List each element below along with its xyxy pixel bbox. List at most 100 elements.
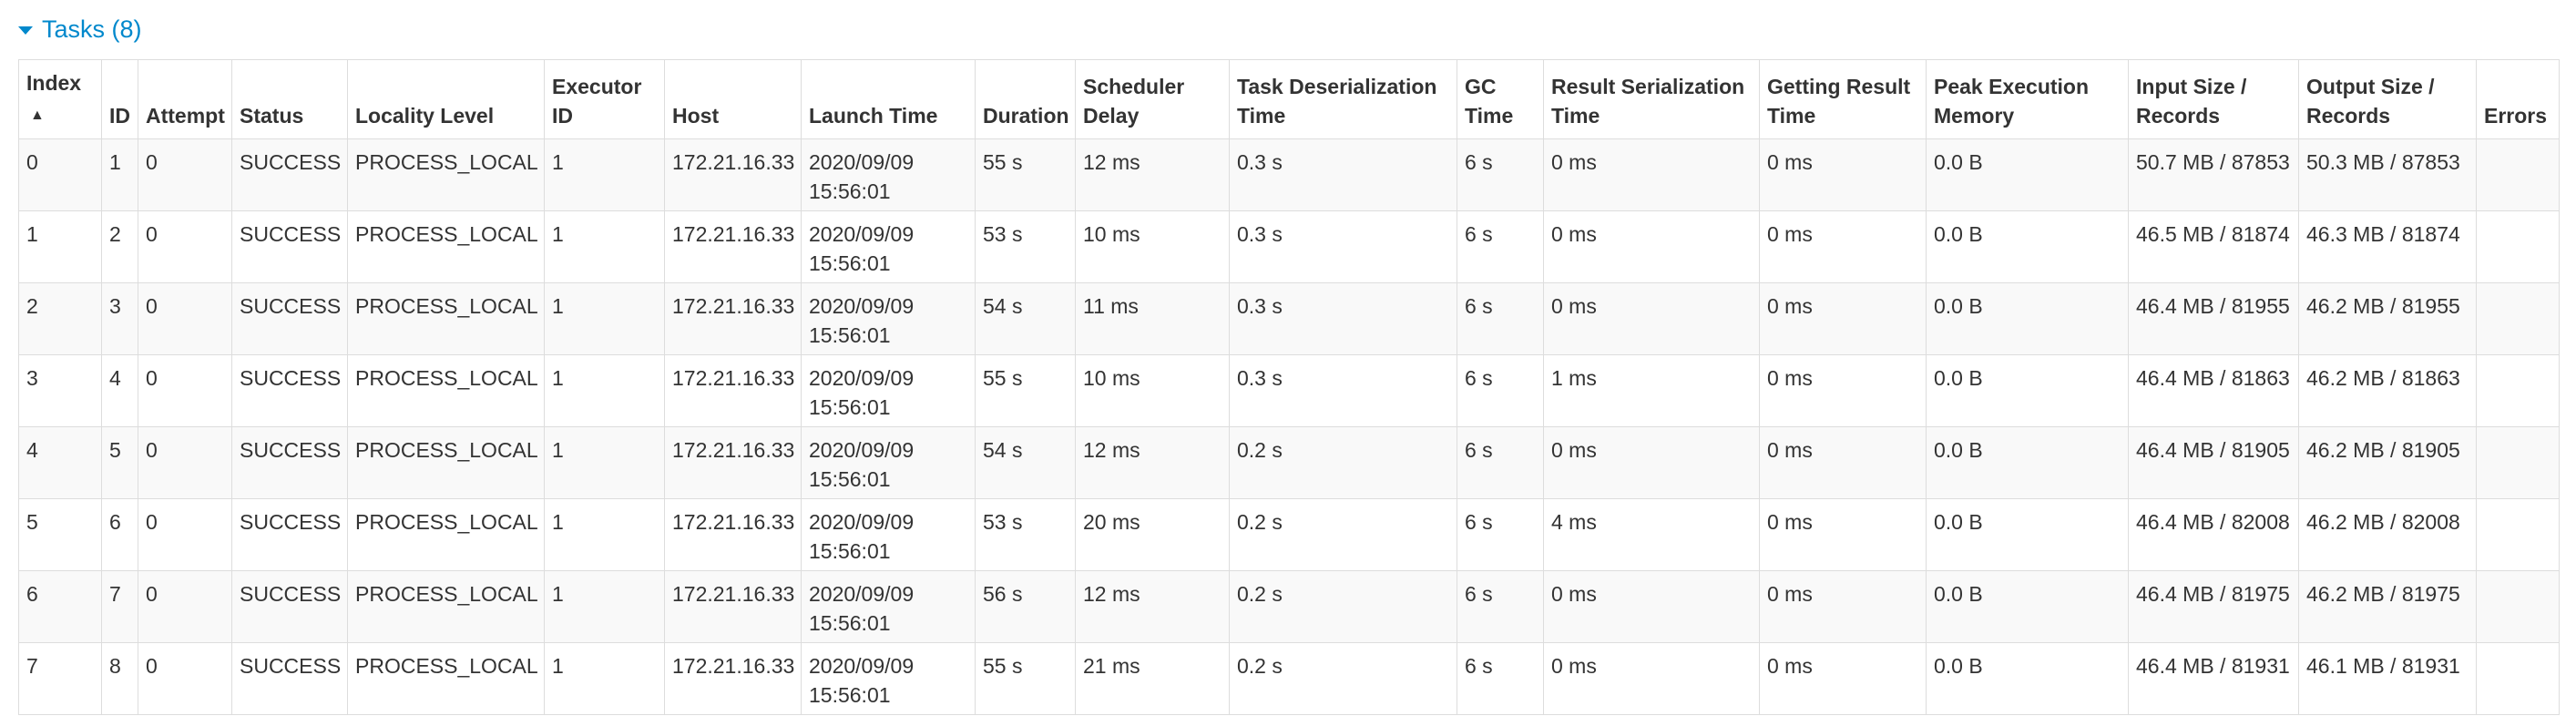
column-header-line1: Result Serialization — [1551, 75, 1745, 98]
cell-text: 15:56:01 — [809, 323, 891, 347]
cell-input-size-records: 46.4 MB / 82008 — [2128, 498, 2299, 571]
cell-text: 172.21.16.33 — [672, 582, 795, 606]
cell-result-serialization-time: 1 ms — [1543, 354, 1760, 427]
column-header-output-size-records[interactable]: Output Size / Records — [2298, 59, 2477, 139]
cell-text: SUCCESS — [240, 294, 342, 318]
column-header-gc-time[interactable]: GC Time — [1457, 59, 1544, 139]
cell-result-serialization-time: 0 ms — [1543, 642, 1760, 715]
cell-status: SUCCESS — [231, 354, 348, 427]
cell-getting-result-time: 0 ms — [1759, 138, 1927, 211]
cell-scheduler-delay: 10 ms — [1075, 210, 1230, 283]
column-header-scheduler-delay[interactable]: Scheduler Delay — [1075, 59, 1230, 139]
cell-result-serialization-time: 0 ms — [1543, 138, 1760, 211]
cell-text: 46.2 MB / 81905 — [2306, 438, 2460, 462]
table-header-row: Index ▲ ID Attempt Status Locality Level Execu… — [18, 59, 2560, 139]
column-header-input-size-records[interactable]: Input Size / Records — [2128, 59, 2299, 139]
column-header-line1: GC — [1465, 75, 1497, 98]
cell-text: 6 s — [1465, 510, 1493, 534]
cell-text: 0.2 s — [1237, 438, 1283, 462]
cell-attempt: 0 — [138, 210, 232, 283]
cell-text: 0 ms — [1767, 582, 1813, 606]
cell-gc-time: 6 s — [1457, 354, 1544, 427]
cell-scheduler-delay: 20 ms — [1075, 498, 1230, 571]
cell-executor-id: 1 — [544, 282, 665, 355]
cell-id: 5 — [101, 426, 138, 499]
column-header-line2: Errors — [2484, 104, 2548, 128]
cell-text: 11 ms — [1083, 294, 1139, 318]
cell-launch-time: 2020/09/09 15:56:01 — [801, 210, 976, 283]
cell-text: 0 ms — [1767, 294, 1813, 318]
column-header-locality-level[interactable]: Locality Level — [347, 59, 545, 139]
cell-text: 2020/09/09 — [809, 294, 915, 318]
cell-text: 6 s — [1465, 582, 1493, 606]
cell-executor-id: 1 — [544, 642, 665, 715]
column-header-peak-execution-memory[interactable]: Peak Execution Memory — [1926, 59, 2129, 139]
cell-text: 15:56:01 — [809, 539, 891, 563]
cell-text: 54 s — [983, 294, 1023, 318]
column-header-executor-id[interactable]: Executor ID — [544, 59, 665, 139]
cell-text: 20 ms — [1083, 510, 1140, 534]
cell-duration: 56 s — [975, 570, 1076, 643]
cell-errors — [2476, 138, 2560, 211]
cell-text: PROCESS_LOCAL — [355, 654, 538, 678]
cell-duration: 55 s — [975, 138, 1076, 211]
tasks-table: Index ▲ ID Attempt Status Locality Level Execu… — [18, 59, 2560, 715]
cell-text: PROCESS_LOCAL — [355, 438, 538, 462]
cell-locality-level: PROCESS_LOCAL — [347, 642, 545, 715]
cell-text: 12 ms — [1083, 438, 1140, 462]
cell-text: 1 — [109, 150, 121, 174]
cell-status: SUCCESS — [231, 138, 348, 211]
cell-scheduler-delay: 21 ms — [1075, 642, 1230, 715]
table-row: 6 7 0 SUCCESS PROCESS_LOCAL 1 172.21.16.33 2020… — [18, 570, 2560, 643]
column-header-line2-wrap: Errors — [2484, 101, 2551, 130]
cell-duration: 55 s — [975, 642, 1076, 715]
column-header-line2-wrap: Launch Time — [809, 101, 967, 130]
column-header-host[interactable]: Host — [664, 59, 802, 139]
cell-text: 0.3 s — [1237, 366, 1283, 390]
cell-text: 50.7 MB / 87853 — [2136, 150, 2290, 174]
column-header-index[interactable]: Index ▲ — [18, 59, 102, 139]
column-header-line2: Launch Time — [809, 104, 938, 128]
cell-status: SUCCESS — [231, 282, 348, 355]
cell-errors — [2476, 642, 2560, 715]
column-header-status[interactable]: Status — [231, 59, 348, 139]
cell-text: 0.0 B — [1934, 510, 1983, 534]
cell-duration: 53 s — [975, 498, 1076, 571]
cell-text: 2020/09/09 — [809, 438, 915, 462]
cell-text: 0.3 s — [1237, 294, 1283, 318]
cell-input-size-records: 46.4 MB / 81931 — [2128, 642, 2299, 715]
tasks-section-toggle[interactable]: Tasks (8) — [18, 13, 142, 46]
cell-text: 21 ms — [1083, 654, 1140, 678]
cell-errors — [2476, 282, 2560, 355]
cell-text: 55 s — [983, 366, 1023, 390]
column-header-duration[interactable]: Duration — [975, 59, 1076, 139]
cell-text: 0.0 B — [1934, 438, 1983, 462]
cell-text: 1 — [552, 510, 564, 534]
cell-text: 53 s — [983, 510, 1023, 534]
column-header-task-deserialization-time[interactable]: Task Deserialization Time — [1229, 59, 1457, 139]
cell-gc-time: 6 s — [1457, 426, 1544, 499]
cell-text: 46.2 MB / 81863 — [2306, 366, 2460, 390]
cell-text: 172.21.16.33 — [672, 222, 795, 246]
table-row: 3 4 0 SUCCESS PROCESS_LOCAL 1 172.21.16.33 2020… — [18, 354, 2560, 427]
column-header-result-serialization-time[interactable]: Result Serialization Time — [1543, 59, 1760, 139]
cell-text: 46.2 MB / 81975 — [2306, 582, 2460, 606]
cell-gc-time: 6 s — [1457, 282, 1544, 355]
cell-text: 0.2 s — [1237, 582, 1283, 606]
table-row: 4 5 0 SUCCESS PROCESS_LOCAL 1 172.21.16.33 2020… — [18, 426, 2560, 499]
cell-text: 1 — [552, 150, 564, 174]
cell-text: PROCESS_LOCAL — [355, 294, 538, 318]
column-header-launch-time[interactable]: Launch Time — [801, 59, 976, 139]
cell-text: 0 — [146, 438, 158, 462]
cell-text: 0 ms — [1551, 222, 1597, 246]
cell-text: 46.5 MB / 81874 — [2136, 222, 2290, 246]
cell-text: 50.3 MB / 87853 — [2306, 150, 2460, 174]
column-header-id[interactable]: ID — [101, 59, 138, 139]
cell-output-size-records: 46.2 MB / 81975 — [2298, 570, 2477, 643]
cell-duration: 54 s — [975, 282, 1076, 355]
column-header-attempt[interactable]: Attempt — [138, 59, 232, 139]
column-header-line1: Index — [26, 71, 82, 95]
cell-text: 0 ms — [1551, 150, 1597, 174]
column-header-errors[interactable]: Errors — [2476, 59, 2560, 139]
column-header-getting-result-time[interactable]: Getting Result Time — [1759, 59, 1927, 139]
